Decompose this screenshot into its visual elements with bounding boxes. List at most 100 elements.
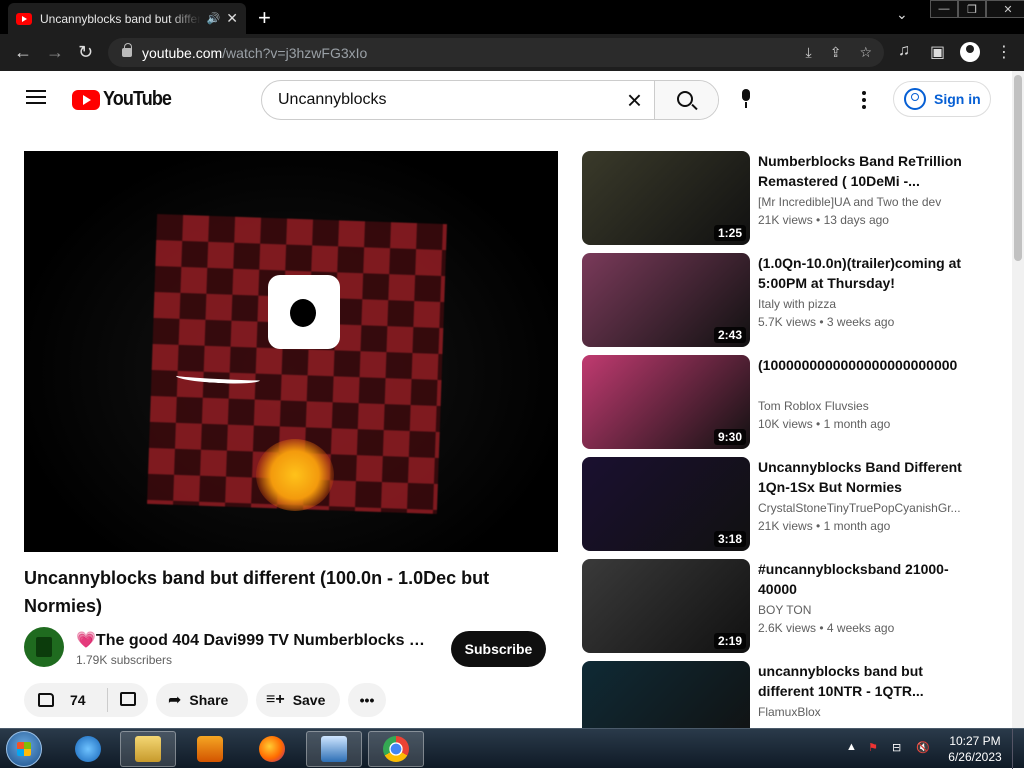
rec-channel[interactable]: Italy with pizza <box>758 297 962 311</box>
share-arrow-icon: ➦ <box>168 692 182 709</box>
dislike-button[interactable] <box>108 691 148 709</box>
speaker-icon[interactable]: 🔊 <box>207 12 221 25</box>
volume-muted-icon[interactable]: 🔇 <box>916 741 930 754</box>
windows-start-icon[interactable] <box>6 731 42 767</box>
show-desktop-button[interactable] <box>1012 729 1024 769</box>
rec-views: 2.6K views <box>758 621 817 635</box>
video-thumbnail[interactable]: 9:30 <box>582 355 750 449</box>
rec-title[interactable]: Uncannyblocks Band Different 1Qn-1Sx But… <box>758 457 962 497</box>
more-actions-button[interactable]: ••• <box>348 683 386 717</box>
share-icon[interactable]: ⇪ <box>830 44 842 61</box>
close-icon[interactable]: ✕ <box>226 10 238 27</box>
lock-icon[interactable] <box>122 43 132 57</box>
new-tab-plus-icon[interactable]: + <box>258 5 271 31</box>
reload-icon[interactable]: ↻ <box>78 42 93 63</box>
recommendation-item[interactable]: 1:25 Numberblocks Band ReTrillion Remaste… <box>582 151 972 245</box>
thumb-up-icon <box>38 693 54 707</box>
save-button[interactable]: ≡+ Save <box>256 683 340 717</box>
page-scrollbar[interactable] <box>1012 71 1024 728</box>
rec-title[interactable]: #uncannyblocksband 21000-40000 <box>758 559 962 599</box>
chrome-icon <box>383 736 409 762</box>
rec-views: 21K views <box>758 519 813 533</box>
rec-channel[interactable]: CrystalStoneTinyTruePopCyanishGr... <box>758 501 962 515</box>
youtube-favicon-icon <box>16 12 32 25</box>
rec-channel[interactable]: Tom Roblox Fluvsies <box>758 399 962 413</box>
forward-icon[interactable]: → <box>46 42 64 63</box>
address-bar[interactable]: youtube.com/watch?v=j3hzwFG3xIo ⤓ ⇪ ☆ <box>108 38 884 67</box>
channel-name[interactable]: 💗The good 404 Davi999 TV Numberblocks Fo… <box>76 630 432 650</box>
window-close-button[interactable]: ✕ <box>986 0 1024 18</box>
like-count: 74 <box>70 692 86 708</box>
sign-in-label: Sign in <box>934 91 981 107</box>
rec-channel[interactable]: FlamuxBlox <box>758 705 962 719</box>
rec-title[interactable]: (1000000000000000000000000 <box>758 355 962 375</box>
taskbar-chrome[interactable] <box>368 731 424 767</box>
back-icon[interactable]: ← <box>14 42 32 63</box>
rec-channel[interactable]: BOY TON <box>758 603 962 617</box>
monitor-icon <box>321 736 347 762</box>
install-icon[interactable]: ⤓ <box>806 44 812 61</box>
scrollbar-thumb[interactable] <box>1014 75 1022 261</box>
duration-badge: 2:43 <box>713 327 746 343</box>
taskbar-firefox[interactable] <box>244 731 300 767</box>
subscribe-button[interactable]: Subscribe <box>451 631 546 667</box>
tab-search-chevron-icon[interactable]: ⌄ <box>896 6 908 23</box>
browser-menu-icon[interactable]: ⋮ <box>996 42 1012 62</box>
profile-icon[interactable] <box>960 42 980 62</box>
taskbar-ie[interactable] <box>60 731 116 767</box>
search-box: Uncannyblocks × <box>261 80 719 120</box>
network-icon[interactable]: ⊟ <box>892 741 901 754</box>
search-input[interactable]: Uncannyblocks × <box>262 81 654 119</box>
sign-in-button[interactable]: Sign in <box>893 81 991 117</box>
folder-icon <box>135 736 161 762</box>
rec-title[interactable]: uncannyblocks band but different 10NTR -… <box>758 661 962 701</box>
youtube-logo[interactable]: YouTube <box>72 88 179 111</box>
video-thumbnail[interactable]: 2:19 <box>582 559 750 653</box>
menu-icon[interactable] <box>26 90 46 104</box>
youtube-play-icon <box>72 89 100 110</box>
rec-title[interactable]: (1.0Qn-10.0n)(trailer)coming at 5:00PM a… <box>758 253 962 293</box>
show-hidden-icons[interactable]: ▲ <box>846 741 857 753</box>
mic-icon[interactable] <box>740 89 752 108</box>
channel-avatar[interactable] <box>24 627 64 667</box>
rec-views: 21K views <box>758 213 813 227</box>
video-player[interactable] <box>24 151 558 552</box>
youtube-page: YouTube Uncannyblocks × Sign in Uncannyb… <box>0 71 1012 728</box>
rec-title[interactable]: Numberblocks Band ReTrillion Remastered … <box>758 151 962 191</box>
restore-button[interactable]: ❐ <box>958 0 986 18</box>
browser-tab[interactable]: Uncannyblocks band but different (100.0n… <box>8 3 246 34</box>
rec-age: 3 weeks ago <box>826 315 895 329</box>
recommendation-item[interactable]: 2:43 (1.0Qn-10.0n)(trailer)coming at 5:00… <box>582 253 972 347</box>
like-button[interactable]: 74 <box>24 688 108 712</box>
taskbar-remote-desktop[interactable] <box>306 731 362 767</box>
recommendation-item[interactable]: 3:18 Uncannyblocks Band Different 1Qn-1Sx… <box>582 457 972 551</box>
url-host: youtube.com <box>142 44 223 61</box>
rec-channel[interactable]: [Mr Incredible]UA and Two the dev <box>758 195 962 209</box>
star-icon[interactable]: ☆ <box>859 44 872 61</box>
video-thumbnail[interactable]: 3:18 <box>582 457 750 551</box>
clear-icon[interactable]: × <box>627 87 642 113</box>
taskbar-explorer[interactable] <box>120 731 176 767</box>
minimize-button[interactable]: — <box>930 0 958 18</box>
video-thumbnail[interactable]: 2:43 <box>582 253 750 347</box>
recommendation-item[interactable]: 9:30 (1000000000000000000000000 Tom Roblox… <box>582 355 972 449</box>
recommendation-item[interactable]: uncannyblocks band but different 10NTR -… <box>582 661 972 728</box>
video-thumbnail[interactable] <box>582 661 750 728</box>
media-icon[interactable]: ♫ <box>898 42 910 60</box>
video-thumbnail[interactable]: 1:25 <box>582 151 750 245</box>
rec-age: 1 month ago <box>823 417 891 431</box>
url-path: /watch?v=j3hzwFG3xIo <box>222 44 368 61</box>
rec-meta: 21K views • 13 days ago <box>758 213 889 227</box>
sidebar-icon[interactable]: ▣ <box>930 42 945 62</box>
clock-date: 6/26/2023 <box>948 750 1002 764</box>
system-clock[interactable]: 10:27 PM 6/26/2023 <box>946 733 1004 765</box>
search-icon <box>677 90 693 107</box>
share-button[interactable]: ➦ Share <box>156 683 248 717</box>
more-horizontal-icon: ••• <box>359 692 375 708</box>
rec-age: 1 month ago <box>823 519 891 533</box>
taskbar-media-player[interactable] <box>182 731 238 767</box>
action-center-icon[interactable]: ⚑ <box>868 741 878 754</box>
more-icon[interactable] <box>862 91 866 109</box>
search-button[interactable] <box>654 81 718 119</box>
recommendation-item[interactable]: 2:19 #uncannyblocksband 21000-40000 BOY TO… <box>582 559 972 653</box>
